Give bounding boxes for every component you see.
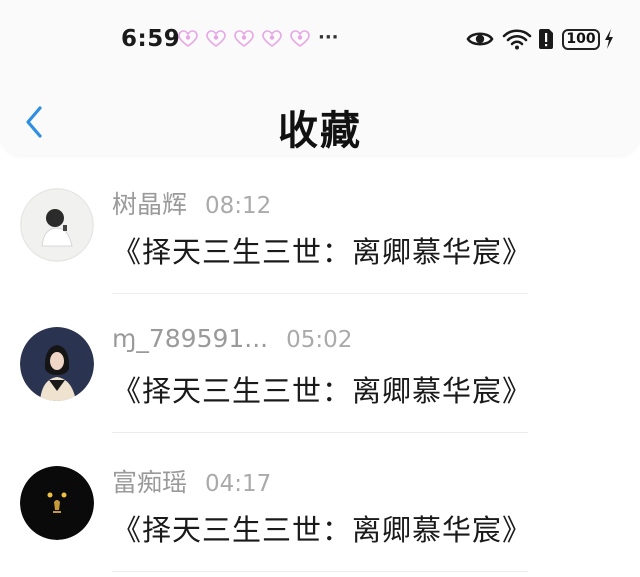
heart-icon — [178, 30, 198, 47]
book-title: 《择天三生三世：离卿慕华宸》 — [112, 513, 533, 547]
heart-icon — [234, 30, 254, 47]
divider — [112, 571, 528, 572]
more-notifications-icon: ··· — [318, 27, 339, 48]
status-bar: 6:59 ··· 100 — [0, 0, 640, 80]
eye-icon — [466, 32, 494, 46]
heart-icon — [262, 30, 282, 47]
heart-icon — [206, 30, 226, 47]
page-title: 收藏 — [278, 108, 362, 154]
book-title: 《择天三生三世：离卿慕华宸》 — [112, 235, 533, 269]
heart-icon — [290, 30, 310, 47]
favorite-item[interactable]: 树晶辉 08:12 《择天三生三世：离卿慕华宸》 — [0, 155, 640, 294]
system-status: 100 — [466, 28, 615, 50]
favorite-item[interactable]: 富痴瑶 04:17 《择天三生三世：离卿慕华宸》 — [0, 433, 640, 572]
user-name: ɱ_789591... — [112, 324, 269, 353]
notification-icons — [178, 30, 310, 48]
user-name: 树晶辉 — [112, 190, 188, 219]
avatar — [20, 188, 94, 262]
status-time: 6:59 — [121, 26, 181, 52]
wifi-icon — [502, 29, 532, 50]
timestamp: 05:02 — [286, 327, 353, 353]
book-title: 《择天三生三世：离卿慕华宸》 — [112, 374, 533, 408]
timestamp: 04:17 — [205, 471, 272, 497]
avatar — [20, 466, 94, 540]
charging-icon — [605, 29, 613, 49]
favorite-item[interactable]: ɱ_789591... 05:02 《择天三生三世：离卿慕华宸》 — [0, 294, 640, 433]
header: 6:59 ··· 100 收藏 — [0, 0, 640, 155]
sim-alert-icon — [539, 29, 553, 49]
battery-icon: 100 — [562, 28, 600, 50]
timestamp: 08:12 — [205, 193, 272, 219]
avatar — [20, 327, 94, 401]
user-name: 富痴瑶 — [112, 468, 188, 497]
